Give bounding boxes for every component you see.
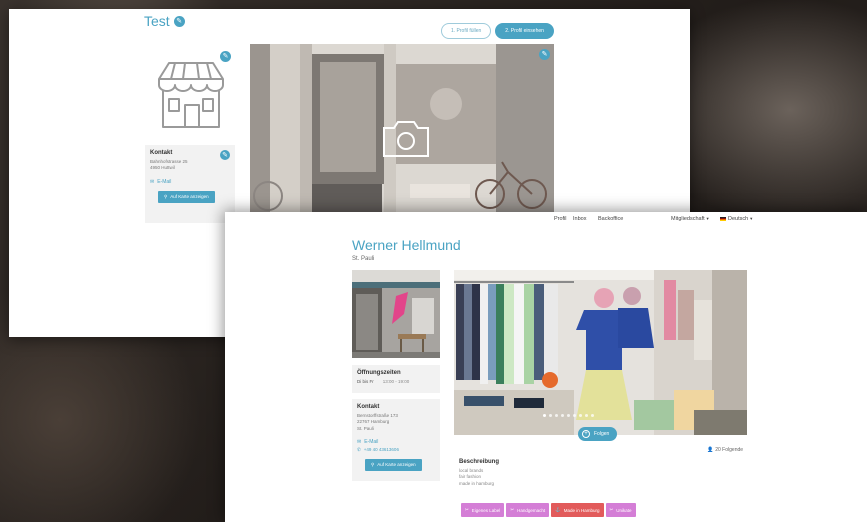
shop-gallery-photo[interactable] — [454, 270, 747, 435]
contact-email-link[interactable]: ✉ E-Mail — [357, 439, 435, 445]
description-heading: Beschreibung — [459, 459, 500, 465]
top-navigation: Profil Inbox Backoffice Mitgliedschaft▼ … — [225, 212, 867, 226]
nav-inbox[interactable]: Inbox — [573, 216, 586, 222]
contact-phone-number: +49 40 43613606 — [363, 447, 399, 453]
opening-hours-heading: Öffnungszeiten — [357, 370, 401, 376]
scissors-icon: ✂ — [609, 507, 614, 512]
gallery-dot[interactable] — [561, 414, 564, 417]
shop-logo-photo[interactable] — [352, 270, 440, 358]
shop-logo-placeholder[interactable]: ✎ — [147, 49, 235, 137]
follow-button-label: Folgen — [594, 431, 610, 437]
page-title: Test ✎ — [144, 13, 185, 29]
public-profile-screenshot: Profil Inbox Backoffice Mitgliedschaft▼ … — [225, 212, 867, 522]
contact-heading: Kontakt — [357, 404, 380, 410]
map-pin-icon: ⚲ — [164, 193, 168, 199]
store-interior-photo — [454, 270, 747, 435]
contact-email-link[interactable]: ✉ E-Mail — [150, 179, 230, 185]
gallery-dot[interactable] — [543, 414, 546, 417]
contact-email-label: E-Mail — [157, 178, 172, 185]
nav-profile[interactable]: Profil — [554, 216, 567, 222]
tag-label: Made in Hamburg — [563, 507, 600, 513]
contact-email-label: E-Mail — [364, 438, 379, 445]
shop-location: St. Pauli — [352, 256, 375, 262]
tag-label: Eigenes Label — [471, 507, 501, 513]
page-title-text: Test — [144, 13, 170, 29]
tag-eigenes-label[interactable]: ✂ Eigenes Label — [461, 503, 505, 517]
contact-city: 4950 Huttwil — [150, 165, 175, 171]
pencil-icon[interactable]: ✎ — [220, 51, 231, 62]
contact-heading: Kontakt — [150, 150, 173, 156]
gallery-dot[interactable] — [573, 414, 576, 417]
tag-unikate[interactable]: ✂ Unikate — [605, 503, 636, 517]
storefront-photo — [250, 44, 554, 212]
pencil-icon[interactable]: ✎ — [220, 150, 230, 160]
gallery-dot[interactable] — [549, 414, 552, 417]
nav-backoffice[interactable]: Backoffice — [598, 216, 623, 222]
show-on-map-button[interactable]: ⚲ Auf Karte anzeigen — [365, 458, 422, 471]
gallery-dot[interactable] — [555, 414, 558, 417]
chevron-down-icon: ▼ — [749, 216, 754, 221]
mail-icon: ✉ — [150, 178, 155, 185]
pencil-icon[interactable]: ✎ — [173, 15, 185, 27]
shop-cover-photo[interactable]: ✎ — [250, 44, 554, 212]
nav-language[interactable]: Deutsch▼ — [720, 216, 753, 222]
opening-hours-row: Di bis Fr 13:00 - 19:00 — [357, 379, 435, 384]
description-line: made in hamburg — [459, 480, 495, 486]
storefront-icon — [158, 62, 224, 128]
gallery-pagination — [543, 414, 594, 417]
chevron-down-icon: ▼ — [705, 216, 710, 221]
opening-time: 13:00 - 19:00 — [382, 379, 410, 384]
anchor-icon: ⚓ — [555, 507, 561, 512]
plus-icon: + — [582, 430, 590, 438]
tag-handgemacht[interactable]: ✂ Handgemacht — [506, 503, 550, 517]
nav-membership[interactable]: Mitgliedschaft▼ — [671, 216, 710, 222]
follower-count: 👤 20 Folgende — [707, 447, 743, 453]
map-pin-icon: ⚲ — [371, 461, 375, 467]
phone-icon: ✆ — [357, 446, 361, 452]
scissors-icon: ✂ — [465, 507, 469, 512]
nav-membership-label: Mitgliedschaft — [671, 216, 705, 222]
contact-district: St. Pauli — [357, 425, 374, 431]
follower-count-text: 20 Folgende — [715, 447, 744, 453]
contact-panel: Kontakt Bahnhofstrasse 25 4950 Huttwil ✉… — [145, 145, 235, 223]
profile-steps: 1. Profil füllen 2. Profil einsehen — [441, 23, 554, 39]
show-on-map-label: Auf Karte anzeigen — [170, 194, 209, 200]
scissors-icon: ✂ — [510, 507, 515, 512]
show-on-map-button[interactable]: ⚲ Auf Karte anzeigen — [158, 190, 215, 203]
tag-label: Handgemacht — [517, 507, 546, 513]
contact-panel: Kontakt Bernstorffstraße 173 22767 Hambu… — [352, 399, 440, 481]
gallery-dot[interactable] — [579, 414, 582, 417]
opening-days: Di bis Fr — [357, 379, 374, 384]
description-section: Beschreibung local brands fair fashion m… — [459, 459, 499, 487]
nav-language-label: Deutsch — [728, 216, 749, 222]
shop-tags: ✂ Eigenes Label ✂ Handgemacht ⚓ Made in … — [461, 503, 636, 517]
gallery-dot[interactable] — [567, 414, 570, 417]
follow-button[interactable]: + Folgen — [578, 427, 618, 441]
pencil-icon[interactable]: ✎ — [539, 49, 550, 60]
opening-hours-panel: Öffnungszeiten Di bis Fr 13:00 - 19:00 — [352, 365, 440, 393]
show-on-map-label: Auf Karte anzeigen — [377, 462, 416, 468]
step-fill-profile[interactable]: 1. Profil füllen — [441, 23, 492, 39]
shop-name: Werner Hellmund — [352, 237, 461, 253]
step-view-profile[interactable]: 2. Profil einsehen — [495, 23, 554, 39]
mail-icon: ✉ — [357, 438, 362, 445]
user-icon: 👤 — [707, 447, 714, 453]
german-flag-icon — [720, 216, 726, 221]
tag-made-in-hamburg[interactable]: ⚓ Made in Hamburg — [551, 503, 604, 517]
gallery-dot[interactable] — [591, 414, 594, 417]
tag-label: Unikate — [616, 507, 632, 513]
contact-phone-link[interactable]: ✆ +49 40 43613606 — [357, 447, 435, 453]
gallery-dot[interactable] — [585, 414, 588, 417]
storefront-thumbnail — [352, 270, 440, 358]
